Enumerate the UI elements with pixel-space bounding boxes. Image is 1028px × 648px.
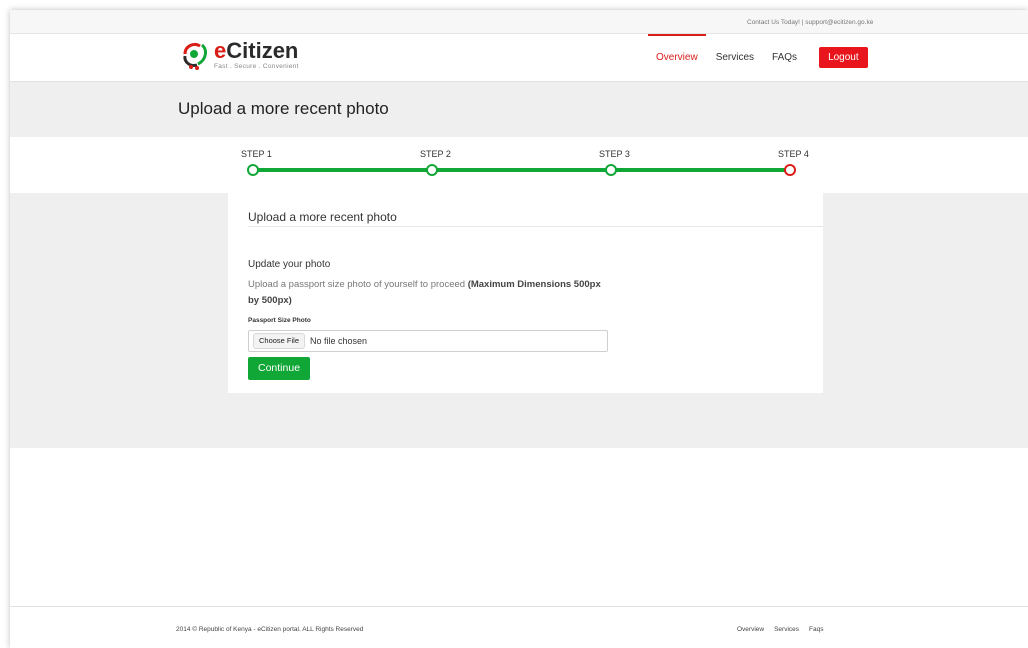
card-divider	[248, 226, 823, 227]
footer-link-overview[interactable]: Overview	[737, 626, 764, 633]
step-4-label: STEP 4	[778, 149, 809, 159]
continue-button[interactable]: Continue	[248, 357, 311, 380]
page-header: Upload a more recent photo	[10, 82, 1028, 137]
ecitizen-logo[interactable]: eCitizen Fast . Secure . Convenient	[182, 40, 299, 70]
brand-tagline: Fast . Secure . Convenient	[214, 63, 299, 70]
content-area: Upload a more recent photo Update your p…	[10, 193, 1028, 448]
step-1-label: STEP 1	[241, 149, 272, 159]
passport-photo-label: Passport Size Photo	[248, 317, 311, 324]
file-status-text: No file chosen	[310, 336, 368, 346]
brand-name: eCitizen	[214, 40, 299, 62]
upload-photo-card: Upload a more recent photo Update your p…	[228, 193, 823, 393]
choose-file-button[interactable]: Choose File	[253, 333, 306, 349]
contact-text[interactable]: Contact Us Today! | support@ecitizen.go.…	[747, 19, 873, 26]
nav-services[interactable]: Services	[716, 34, 754, 81]
progress-steps: STEP 1 STEP 2 STEP 3 STEP 4	[10, 137, 1028, 193]
card-title: Upload a more recent photo	[248, 210, 397, 224]
browser-page: Contact Us Today! | support@ecitizen.go.…	[10, 10, 1028, 648]
section-heading: Update your photo	[248, 259, 331, 270]
site-footer: 2014 © Republic of Kenya - eCitizen port…	[10, 606, 1028, 648]
upload-instructions-text: Upload a passport size photo of yourself…	[248, 279, 468, 290]
upload-instructions: Upload a passport size photo of yourself…	[248, 277, 608, 309]
brand-text: eCitizen Fast . Secure . Convenient	[214, 40, 299, 71]
page-title: Upload a more recent photo	[178, 99, 389, 118]
step-1-marker	[247, 164, 259, 176]
footer-copyright: 2014 © Republic of Kenya - eCitizen port…	[176, 626, 364, 633]
step-2-marker	[426, 164, 438, 176]
top-contact-bar: Contact Us Today! | support@ecitizen.go.…	[10, 10, 1028, 34]
passport-photo-file-input[interactable]: Choose File No file chosen	[248, 330, 608, 352]
step-2-label: STEP 2	[420, 149, 451, 159]
progress-track	[253, 168, 791, 172]
step-3-marker	[605, 164, 617, 176]
logout-button[interactable]: Logout	[819, 47, 868, 68]
ecitizen-logo-icon	[182, 40, 208, 70]
brand-initial: e	[214, 38, 227, 63]
site-header: eCitizen Fast . Secure . Convenient Over…	[10, 34, 1028, 82]
step-4-marker-current	[784, 164, 796, 176]
empty-space	[10, 448, 1028, 603]
nav-overview[interactable]: Overview	[648, 34, 706, 81]
step-3-label: STEP 3	[599, 149, 630, 159]
brand-name-rest: Citizen	[226, 38, 299, 63]
footer-link-services[interactable]: Services	[774, 626, 799, 633]
main-nav: Overview Services FAQs Logout	[648, 34, 868, 81]
footer-links: Overview Services Faqs	[737, 626, 833, 633]
nav-faqs[interactable]: FAQs	[772, 34, 797, 81]
footer-link-faqs[interactable]: Faqs	[809, 626, 823, 633]
